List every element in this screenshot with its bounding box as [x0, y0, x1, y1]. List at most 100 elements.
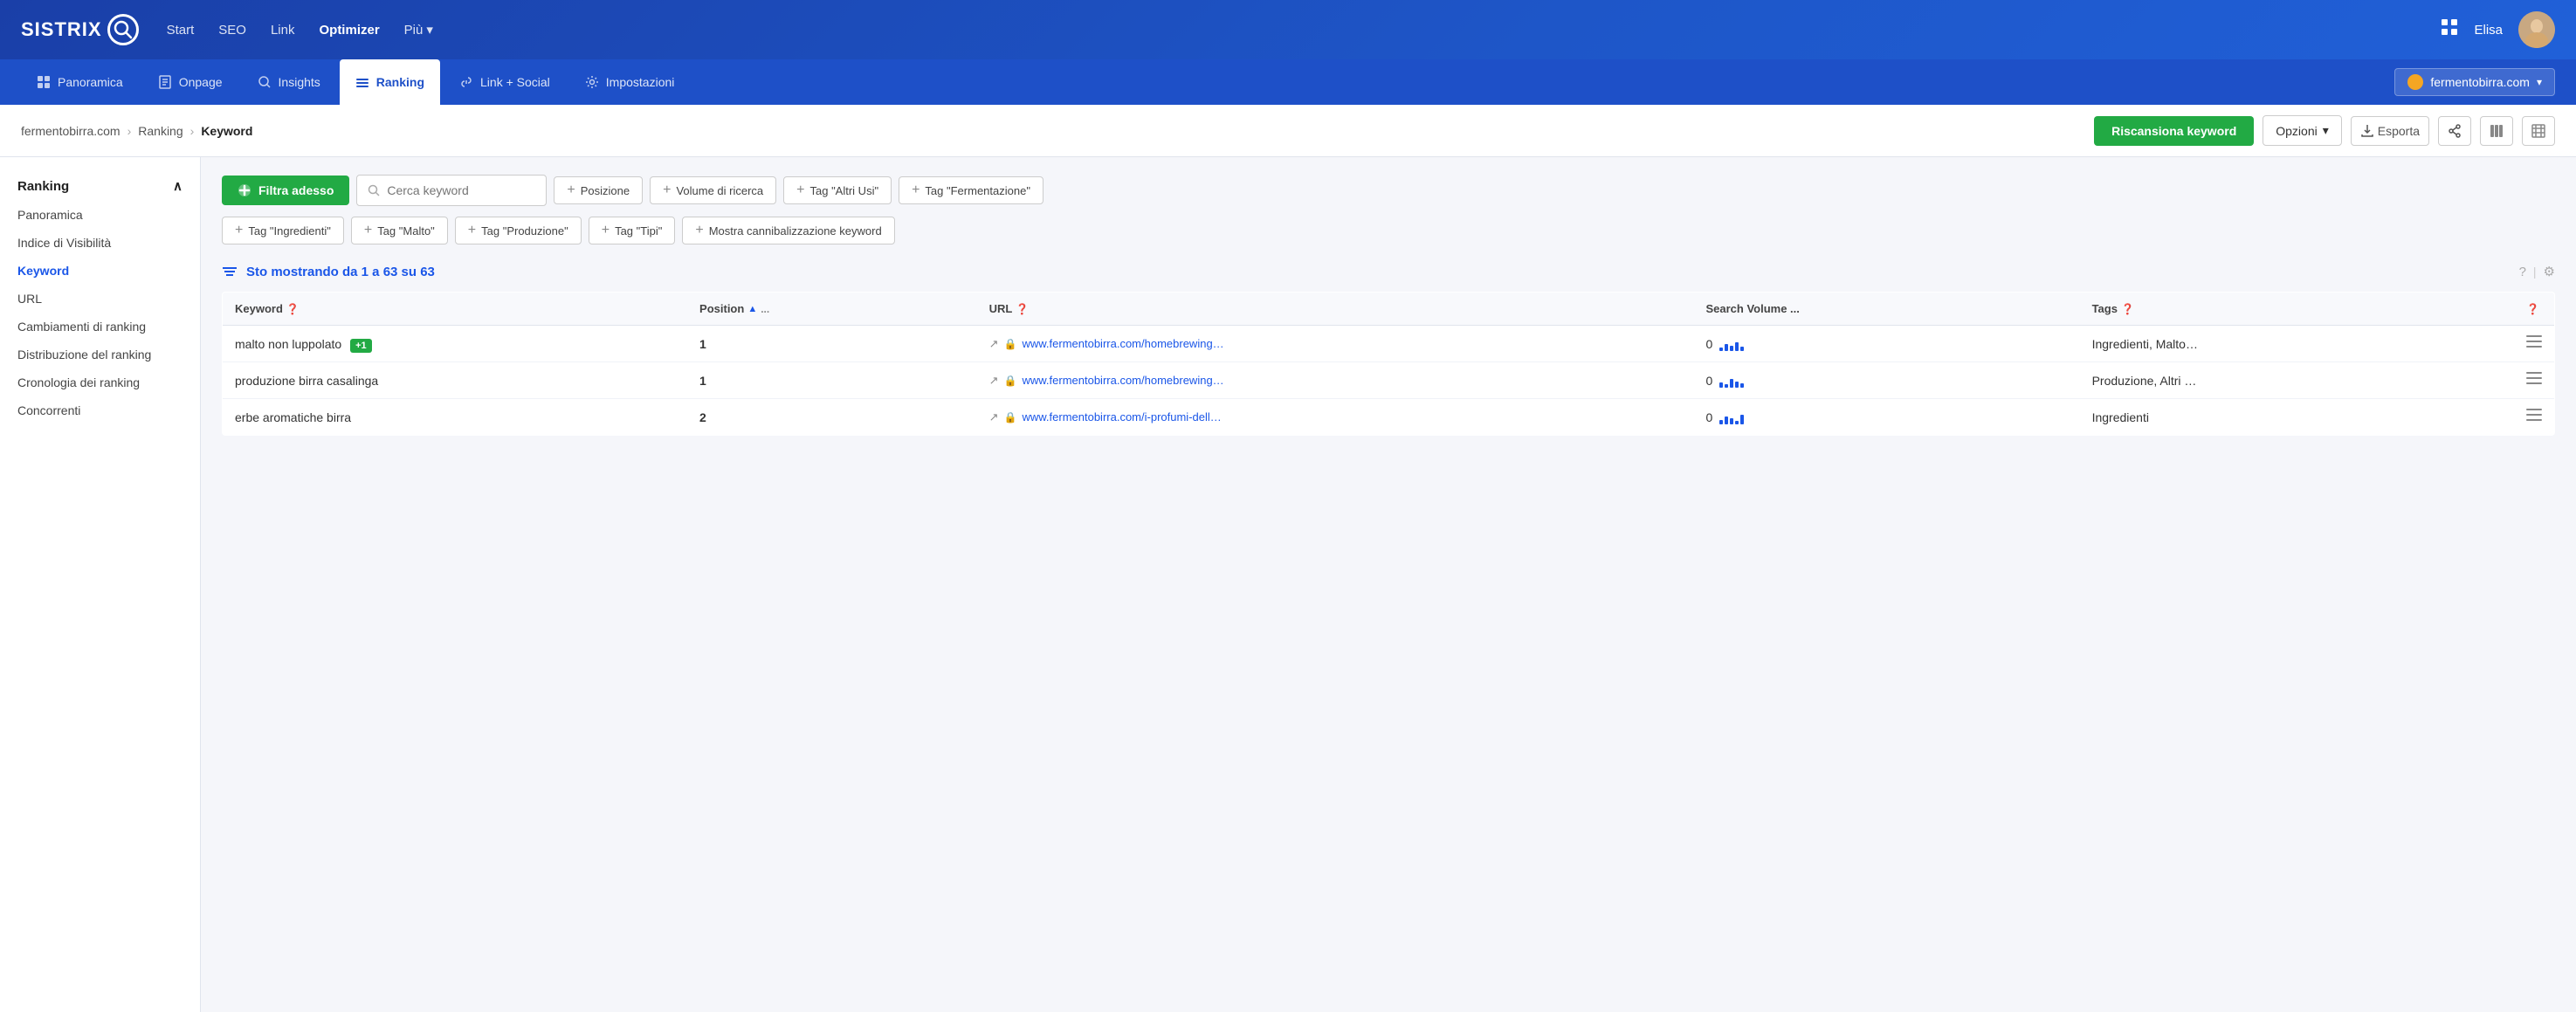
- results-help-icon[interactable]: ?: [2519, 265, 2526, 279]
- tags-cell-3: Ingredienti: [2080, 399, 2514, 436]
- th-tags[interactable]: Tags ❓: [2080, 293, 2514, 326]
- nav-optimizer[interactable]: Optimizer: [319, 23, 379, 38]
- th-tags-help[interactable]: ❓: [2121, 303, 2134, 315]
- main-content: Ranking ∧ Panoramica Indice di Visibilit…: [0, 157, 2576, 1012]
- table-row: produzione birra casalinga 1 ↗ 🔒 www.fer…: [223, 362, 2555, 399]
- results-showing-text: Sto mostrando da 1 a 63 su 63: [246, 265, 435, 279]
- export-button[interactable]: Esporta: [2351, 116, 2429, 146]
- row-menu-icon[interactable]: [2526, 410, 2542, 424]
- th-position[interactable]: Position ▲ ...: [687, 293, 977, 326]
- plus-icon: +: [235, 223, 243, 238]
- tags-cell-2: Produzione, Altri …: [2080, 362, 2514, 399]
- results-settings-icon[interactable]: ⚙: [2544, 264, 2555, 279]
- subnav-impostazioni-label: Impostazioni: [606, 75, 675, 89]
- filter-main-button[interactable]: Filtra adesso: [222, 176, 349, 205]
- lock-icon: 🔒: [1004, 411, 1017, 423]
- subnav-impostazioni[interactable]: Impostazioni: [569, 59, 691, 105]
- breadcrumb-current: Keyword: [201, 124, 252, 138]
- keyword-cell-3: erbe aromatiche birra: [223, 399, 688, 436]
- top-nav: SISTRIX Start SEO Link Optimizer Più ▾ E…: [0, 0, 2576, 59]
- external-link-icon[interactable]: ↗: [989, 374, 999, 388]
- filter-ingredienti[interactable]: + Tag "Ingredienti": [222, 217, 344, 244]
- th-url-help[interactable]: ❓: [1016, 303, 1029, 315]
- badge-plus1: +1: [350, 339, 372, 353]
- logo-icon: [107, 14, 139, 45]
- nav-link[interactable]: Link: [271, 23, 295, 38]
- plus-icon: +: [468, 223, 476, 238]
- results-actions: ? | ⚙: [2519, 264, 2555, 279]
- sidebar-item-visibilita[interactable]: Indice di Visibilità: [0, 229, 200, 257]
- columns-button[interactable]: [2480, 116, 2513, 146]
- filter-malto[interactable]: + Tag "Malto": [351, 217, 448, 244]
- row-menu-cell-2: [2514, 362, 2555, 399]
- external-link-icon[interactable]: ↗: [989, 337, 999, 351]
- plus-icon: +: [796, 182, 804, 198]
- lock-icon: 🔒: [1004, 338, 1017, 350]
- subnav-onpage-label: Onpage: [179, 75, 223, 89]
- subnav-link-social[interactable]: Link + Social: [444, 59, 566, 105]
- options-button[interactable]: Opzioni ▾: [2263, 115, 2342, 146]
- filter-posizione[interactable]: + Posizione: [554, 176, 643, 204]
- grid-icon[interactable]: [2441, 18, 2458, 41]
- breadcrumb-sep-2: ›: [190, 124, 195, 138]
- th-search-volume[interactable]: Search Volume ...: [1693, 293, 2079, 326]
- user-name: Elisa: [2474, 23, 2503, 38]
- mini-chart-2: [1719, 374, 1744, 388]
- th-keyword[interactable]: Keyword ❓: [223, 293, 688, 326]
- search-input[interactable]: [387, 183, 535, 197]
- subnav-panoramica[interactable]: Panoramica: [21, 59, 139, 105]
- mini-chart-3: [1719, 410, 1744, 424]
- domain-selector[interactable]: fermentobirra.com ▾: [2394, 68, 2555, 96]
- position-cell-2: 1: [687, 362, 977, 399]
- avatar[interactable]: [2518, 11, 2555, 48]
- table-settings-button[interactable]: [2522, 116, 2555, 146]
- tags-cell-1: Ingredienti, Malto…: [2080, 326, 2514, 362]
- th-keyword-help[interactable]: ❓: [286, 303, 300, 315]
- options-chevron-icon: ▾: [2323, 123, 2329, 138]
- filter-fermentazione[interactable]: + Tag "Fermentazione": [899, 176, 1043, 204]
- brand-logo[interactable]: SISTRIX: [21, 14, 139, 45]
- nav-piu[interactable]: Più ▾: [404, 22, 433, 38]
- subnav-link-social-label: Link + Social: [480, 75, 550, 89]
- subnav-insights[interactable]: Insights: [242, 59, 336, 105]
- filter-cannibalizzazione[interactable]: + Mostra cannibalizzazione keyword: [682, 217, 894, 244]
- rescan-button[interactable]: Riscansiona keyword: [2094, 116, 2254, 146]
- plus-icon: +: [663, 182, 671, 198]
- filter-altri-usi[interactable]: + Tag "Altri Usi": [783, 176, 892, 204]
- share-button[interactable]: [2438, 116, 2471, 146]
- search-box[interactable]: [356, 175, 547, 206]
- url-cell-1: ↗ 🔒 www.fermentobirra.com/homebrewing…: [977, 326, 1694, 362]
- sort-arrow-icon: ▲: [747, 304, 757, 314]
- domain-text: fermentobirra.com: [2430, 75, 2530, 89]
- keyword-cell-1: malto non luppolato +1: [223, 326, 688, 362]
- subnav-ranking[interactable]: Ranking: [340, 59, 440, 105]
- breadcrumb-sep-1: ›: [127, 124, 132, 138]
- th-actions-help[interactable]: ❓: [2526, 303, 2539, 315]
- sidebar-section-header[interactable]: Ranking ∧: [0, 171, 200, 201]
- nav-start[interactable]: Start: [167, 23, 195, 38]
- filter-volume[interactable]: + Volume di ricerca: [650, 176, 776, 204]
- sidebar-item-url[interactable]: URL: [0, 285, 200, 313]
- sidebar-item-cronologia[interactable]: Cronologia dei ranking: [0, 368, 200, 396]
- sidebar-item-keyword[interactable]: Keyword: [0, 257, 200, 285]
- nav-seo[interactable]: SEO: [218, 23, 246, 38]
- external-link-icon[interactable]: ↗: [989, 410, 999, 424]
- row-menu-icon[interactable]: [2526, 336, 2542, 351]
- collapse-icon: ∧: [173, 178, 183, 194]
- sidebar-item-cambiamenti[interactable]: Cambiamenti di ranking: [0, 313, 200, 341]
- sidebar-item-distribuzione[interactable]: Distribuzione del ranking: [0, 341, 200, 368]
- table-row: malto non luppolato +1 1 ↗ 🔒 www.ferment…: [223, 326, 2555, 362]
- filter-tipi[interactable]: + Tag "Tipi": [589, 217, 676, 244]
- th-url[interactable]: URL ❓: [977, 293, 1694, 326]
- row-menu-icon[interactable]: [2526, 373, 2542, 388]
- filter-produzione[interactable]: + Tag "Produzione": [455, 217, 582, 244]
- breadcrumb-ranking[interactable]: Ranking: [138, 124, 183, 138]
- sidebar-item-concorrenti[interactable]: Concorrenti: [0, 396, 200, 424]
- breadcrumb-domain[interactable]: fermentobirra.com: [21, 124, 121, 138]
- subnav-onpage[interactable]: Onpage: [142, 59, 238, 105]
- plus-icon: +: [912, 182, 920, 198]
- mini-chart-1: [1719, 337, 1744, 351]
- logo-text: SISTRIX: [21, 18, 102, 41]
- th-actions: ❓: [2514, 293, 2555, 326]
- sidebar-item-panoramica[interactable]: Panoramica: [0, 201, 200, 229]
